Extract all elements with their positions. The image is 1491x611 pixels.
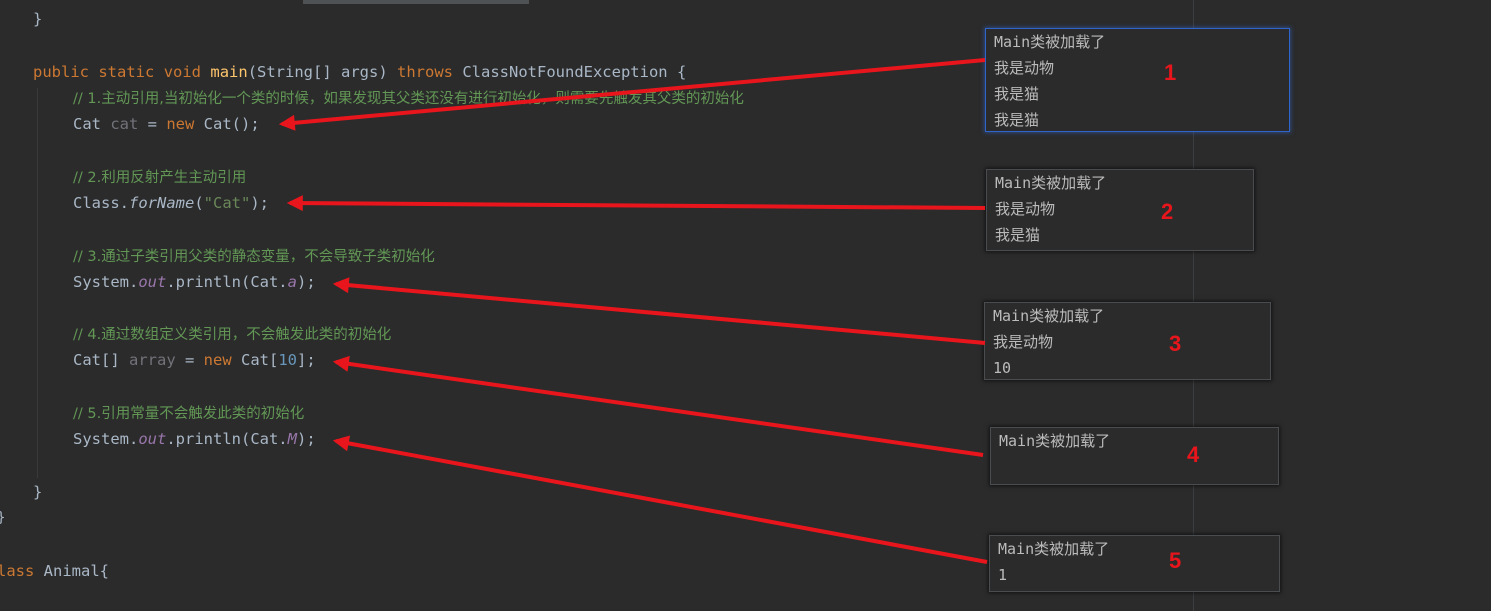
arrow-5 <box>332 435 988 564</box>
annotation-arrows <box>278 58 988 564</box>
arrow-2 <box>286 195 986 212</box>
arrow-1 <box>278 58 986 131</box>
arrow-4 <box>332 355 984 457</box>
arrow-3 <box>332 277 986 345</box>
